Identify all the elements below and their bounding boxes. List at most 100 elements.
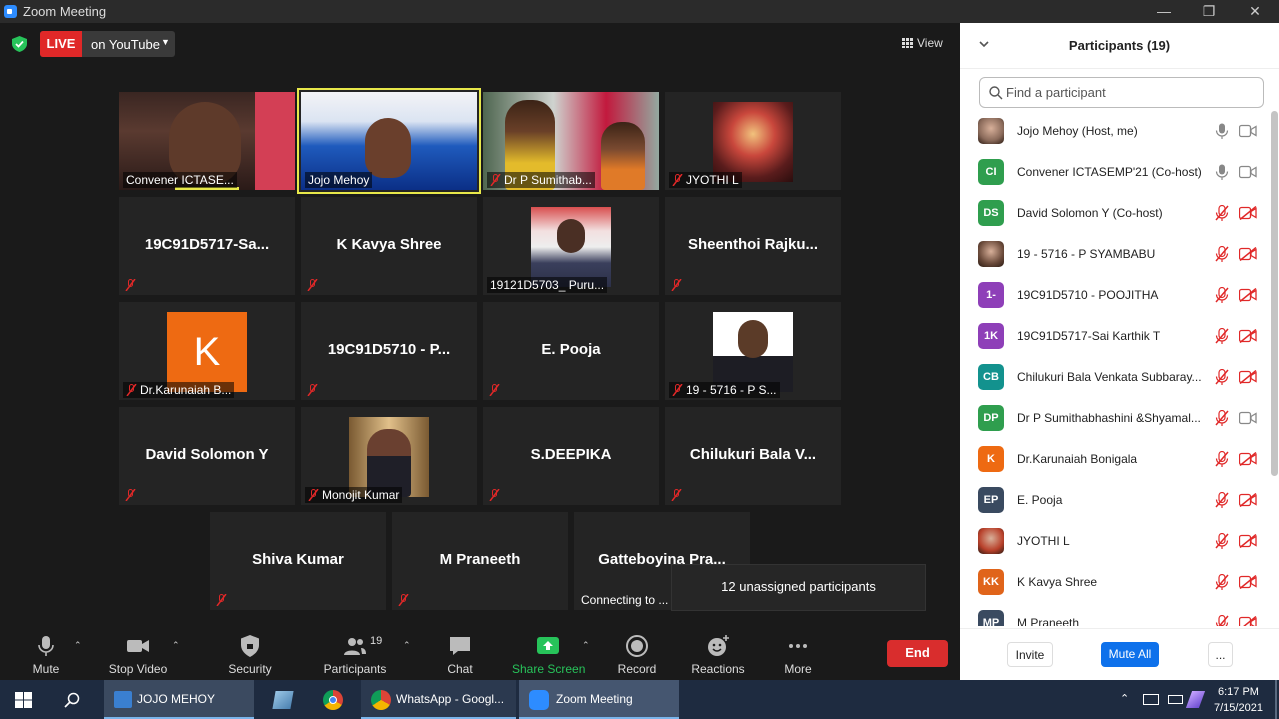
muted-mic-icon[interactable]	[1215, 573, 1229, 590]
video-tile-praneeth[interactable]: M Praneeth	[392, 512, 568, 610]
start-button[interactable]	[0, 680, 48, 719]
muted-mic-icon[interactable]	[1215, 327, 1229, 344]
mute-button[interactable]: Mute	[20, 628, 72, 680]
video-tile-shiva[interactable]: Shiva Kumar	[210, 512, 386, 610]
restore-icon[interactable]: ❐	[1186, 0, 1232, 23]
list-scrollbar[interactable]	[1271, 111, 1278, 476]
muted-mic-icon[interactable]	[1215, 409, 1229, 426]
minimize-icon[interactable]: —	[1141, 0, 1187, 23]
share-options-caret-icon[interactable]: ⌃	[582, 640, 590, 651]
video-tile-sheenthoi[interactable]: Sheenthoi Rajku...	[665, 197, 841, 295]
video-off-icon[interactable]	[1238, 451, 1257, 467]
search-taskbar-button[interactable]	[48, 680, 96, 719]
video-camera-icon[interactable]	[1238, 411, 1257, 425]
share-screen-button[interactable]: Share Screen	[512, 628, 585, 680]
search-input[interactable]	[1006, 82, 1256, 103]
invite-button[interactable]: Invite	[1007, 642, 1053, 667]
video-tile-chilukuri[interactable]: Chilukuri Bala V...	[665, 407, 841, 505]
participant-row[interactable]: Jojo Mehoy (Host, me)	[960, 111, 1270, 152]
participant-row[interactable]: EP E. Pooja	[960, 480, 1270, 521]
participant-row[interactable]: 19 - 5716 - P SYAMBABU	[960, 234, 1270, 275]
record-button[interactable]: Record	[614, 628, 660, 680]
video-camera-icon[interactable]	[1238, 124, 1257, 138]
video-tile-kavya[interactable]: K Kavya Shree	[301, 197, 477, 295]
muted-mic-icon[interactable]	[1215, 614, 1229, 626]
participants-options-caret-icon[interactable]: ⌃	[403, 640, 411, 651]
security-button[interactable]: Security	[224, 628, 276, 680]
live-stream-control[interactable]: LIVE on YouTube ▼	[40, 31, 175, 57]
participant-row[interactable]: JYOTHI L	[960, 521, 1270, 562]
video-off-icon[interactable]	[1238, 492, 1257, 508]
video-tile-sumithabhashini[interactable]: Dr P Sumithab...	[483, 92, 659, 190]
end-meeting-button[interactable]: End	[887, 640, 948, 667]
stop-video-button[interactable]: Stop Video	[105, 628, 171, 680]
view-button[interactable]: View	[902, 36, 943, 50]
muted-mic-icon[interactable]	[1215, 368, 1229, 385]
mute-all-button[interactable]: Mute All	[1101, 642, 1159, 667]
video-off-icon[interactable]	[1238, 205, 1257, 221]
zoom-icon	[529, 690, 549, 710]
participant-row[interactable]: MP M Praneeth	[960, 603, 1270, 626]
network-icon[interactable]	[1143, 694, 1159, 705]
participant-row[interactable]: K Dr.Karunaiah Bonigala	[960, 439, 1270, 480]
video-off-icon[interactable]	[1238, 328, 1257, 344]
unassigned-participants-banner[interactable]: 12 unassigned participants	[671, 564, 926, 611]
video-off-icon[interactable]	[1238, 246, 1257, 262]
muted-mic-icon[interactable]	[1215, 450, 1229, 467]
close-icon[interactable]: ✕	[1232, 0, 1278, 23]
pen-icon[interactable]	[1185, 691, 1206, 708]
more-options-button[interactable]: ...	[1208, 642, 1233, 667]
audio-options-caret-icon[interactable]: ⌃	[74, 640, 82, 651]
video-off-icon[interactable]	[1238, 574, 1257, 590]
reactions-button[interactable]: Reactions	[688, 628, 748, 680]
video-off-icon[interactable]	[1238, 287, 1257, 303]
video-off-icon[interactable]	[1238, 533, 1257, 549]
show-hidden-icons-icon[interactable]: ⌃	[1120, 680, 1129, 719]
chat-button[interactable]: Chat	[440, 628, 480, 680]
muted-mic-icon[interactable]	[1215, 286, 1229, 303]
video-tile-convener[interactable]: Convener ICTASE...	[119, 92, 295, 190]
participant-search[interactable]	[979, 77, 1264, 108]
video-tile-pooja[interactable]: E. Pooja	[483, 302, 659, 400]
microphone-icon[interactable]	[1215, 164, 1229, 180]
taskbar-zoom[interactable]: Zoom Meeting	[519, 680, 679, 719]
battery-icon[interactable]	[1168, 695, 1183, 704]
muted-mic-icon[interactable]	[1215, 245, 1229, 262]
taskbar-item-jojo[interactable]: JOJO MEHOY	[104, 680, 254, 719]
participant-row[interactable]: DP Dr P Sumithabhashini &Shyamal...	[960, 398, 1270, 439]
participant-row[interactable]: CB Chilukuri Bala Venkata Subbaray...	[960, 357, 1270, 398]
taskbar-chrome[interactable]	[310, 680, 356, 719]
encryption-shield-icon[interactable]	[12, 36, 27, 52]
muted-mic-icon[interactable]	[1215, 204, 1229, 221]
video-tile-sai-karthik[interactable]: 19C91D5717-Sa...	[119, 197, 295, 295]
taskbar-notes-app[interactable]	[260, 680, 306, 719]
tile-label: Monojit Kumar	[305, 487, 403, 503]
video-tile-host[interactable]: Jojo Mehoy	[297, 88, 481, 194]
system-clock[interactable]: 6:17 PM 7/15/2021	[1214, 684, 1263, 716]
muted-mic-icon	[398, 594, 409, 606]
video-tile-deepika[interactable]: S.DEEPIKA	[483, 407, 659, 505]
video-camera-icon[interactable]	[1238, 165, 1257, 179]
muted-mic-icon[interactable]	[1215, 491, 1229, 508]
video-off-icon[interactable]	[1238, 369, 1257, 385]
video-tile-monojit[interactable]: Monojit Kumar	[301, 407, 477, 505]
participant-row[interactable]: CI Convener ICTASEMP'21 (Co-host)	[960, 152, 1270, 193]
taskbar-whatsapp[interactable]: WhatsApp - Googl...	[361, 680, 516, 719]
muted-mic-icon[interactable]	[1215, 532, 1229, 549]
participant-row[interactable]: 1K 19C91D5717-Sai Karthik T	[960, 316, 1270, 357]
video-tile-jyothi[interactable]: JYOTHI L	[665, 92, 841, 190]
video-options-caret-icon[interactable]: ⌃	[172, 640, 180, 651]
participant-row[interactable]: KK K Kavya Shree	[960, 562, 1270, 603]
video-tile-david[interactable]: David Solomon Y	[119, 407, 295, 505]
search-icon	[989, 86, 1003, 100]
participant-row[interactable]: DS David Solomon Y (Co-host)	[960, 193, 1270, 234]
participant-row[interactable]: 1- 19C91D5710 - POOJITHA	[960, 275, 1270, 316]
video-off-icon[interactable]	[1238, 615, 1257, 626]
video-tile-karunaiah[interactable]: K Dr.Karunaiah B...	[119, 302, 295, 400]
show-desktop-button[interactable]	[1275, 680, 1277, 719]
microphone-icon[interactable]	[1215, 123, 1229, 139]
video-tile-poojitha[interactable]: 19C91D5710 - P...	[301, 302, 477, 400]
video-tile-syambabu[interactable]: 19 - 5716 - P S...	[665, 302, 841, 400]
video-tile-purushotham[interactable]: 19121D5703_ Puru...	[483, 197, 659, 295]
more-button[interactable]: More	[776, 628, 820, 680]
